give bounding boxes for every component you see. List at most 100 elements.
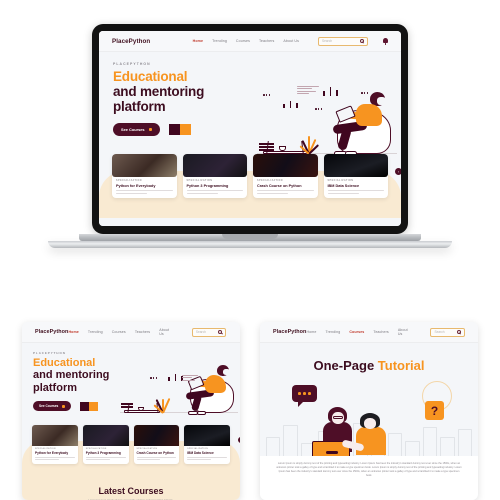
tutorial-title-dark: One-Page — [313, 358, 375, 373]
hero-heading-line1: Educational — [33, 357, 96, 369]
nav-item-about-us[interactable]: About Us — [398, 328, 412, 336]
course-text-placeholder — [327, 189, 384, 191]
nav-item-about-us[interactable]: About Us — [283, 39, 299, 43]
hero-eyebrow: PLACEPYTHON — [33, 351, 66, 355]
search-placeholder: Search — [322, 39, 333, 43]
bar-chart-icon — [323, 78, 339, 96]
course-thumbnail — [182, 154, 247, 177]
nav-item-about-us[interactable]: About Us — [159, 328, 173, 336]
nav-item-home[interactable]: Home — [306, 330, 316, 334]
search-input[interactable]: Search — [318, 36, 368, 46]
course-kicker: SPECIALIZATION — [35, 448, 56, 450]
dots-icon — [263, 94, 271, 96]
glasses-icon — [333, 416, 343, 419]
course-title: Python 3 Programming — [85, 451, 121, 455]
navbar-links: Home Trending Courses Teachers About Us … — [68, 327, 240, 337]
site-logo[interactable]: PlacePython — [35, 329, 68, 335]
course-card[interactable]: SPECIALIZATION Crash Course on Python — [133, 425, 180, 464]
hero-heading: Educational and mentoring platform — [113, 69, 253, 114]
nav-item-trending[interactable]: Trending — [325, 330, 340, 334]
chart-bar — [329, 87, 332, 96]
search-icon[interactable] — [360, 39, 364, 43]
nav-item-teachers[interactable]: Teachers — [135, 330, 150, 334]
laptop-screen: PlacePython Home Trending Courses Teache… — [99, 31, 401, 226]
chart-bar — [168, 377, 170, 381]
course-text-placeholder — [35, 456, 75, 458]
homepage-mockup-page: PlacePython Home Trending Courses Teache… — [22, 322, 240, 500]
course-thumbnail — [32, 425, 78, 446]
course-card[interactable]: SPECIALIZATION Python 3 Programming — [182, 154, 247, 198]
tutorial-page-mockup-thumbnail: PlacePython Home Trending Courses Teache… — [260, 322, 478, 500]
nav-item-home[interactable]: Home — [68, 330, 78, 334]
course-text-placeholder — [186, 189, 243, 191]
question-mark-badge: ? — [425, 401, 444, 420]
laptop-device-mockup: PlacePython Home Trending Courses Teache… — [48, 24, 452, 248]
nav-item-trending[interactable]: Trending — [212, 39, 227, 43]
course-kicker: SPECIALIZATION — [257, 180, 283, 182]
book-icon — [259, 145, 274, 149]
color-swatches — [80, 401, 99, 411]
course-title: Python for Everybody — [116, 183, 156, 188]
course-kicker: SPECIALIZATION — [136, 448, 158, 450]
course-card[interactable]: SPECIALIZATION Crash Course on Python — [253, 154, 318, 198]
coffee-cup-icon — [279, 146, 286, 151]
course-card[interactable]: SPECIALIZATION IBM Data Science — [323, 154, 388, 198]
site-logo[interactable]: PlacePython — [273, 329, 306, 335]
nav-item-teachers[interactable]: Teachers — [373, 330, 388, 334]
nav-item-courses[interactable]: Courses — [349, 330, 364, 334]
nav-item-home[interactable]: Home — [193, 39, 203, 43]
main-navbar: PlacePython Home Trending Courses Teache… — [99, 31, 401, 52]
course-text-placeholder — [257, 192, 289, 194]
course-card-list: SPECIALIZATION Python for Everybody SPEC… — [112, 154, 388, 198]
search-icon[interactable] — [456, 330, 461, 334]
search-icon[interactable] — [218, 330, 223, 334]
courses-carousel: SPECIALIZATION Python for Everybody SPEC… — [99, 154, 401, 218]
carousel-next-button[interactable]: › — [238, 437, 240, 443]
hero-heading-line1: Educational — [113, 69, 188, 84]
person-two-face — [364, 418, 376, 429]
book-icon — [259, 148, 274, 152]
course-card-body: SPECIALIZATION Python 3 Programming — [83, 446, 129, 464]
course-kicker: SPECIALIZATION — [186, 180, 213, 182]
course-card-body: SPECIALIZATION IBM Data Science — [184, 446, 230, 464]
see-courses-label: See Courses — [121, 127, 145, 133]
tutorial-paragraph: Lorem Ipsum is simply dummy text of the … — [276, 462, 462, 478]
hero-heading-line3: platform — [113, 99, 166, 115]
search-placeholder: Search — [434, 330, 445, 334]
nav-item-trending[interactable]: Trending — [88, 330, 103, 334]
mockup-navbar: PlacePython Home Trending Courses Teache… — [260, 322, 478, 343]
course-text-placeholder — [327, 192, 359, 194]
presentation-canvas: PlacePython Home Trending Courses Teache… — [0, 0, 500, 500]
hero-section: PLACEPYTHON Educational and mentoring pl… — [99, 52, 401, 156]
course-title: Python 3 Programming — [186, 183, 229, 188]
search-placeholder: Search — [195, 330, 206, 334]
course-card[interactable]: SPECIALIZATION Python 3 Programming — [82, 425, 129, 464]
hero-heading-line3: platform — [33, 381, 77, 394]
person-face — [377, 97, 386, 105]
bell-icon[interactable] — [383, 38, 388, 45]
site-logo[interactable]: PlacePython — [112, 38, 150, 45]
course-card-body: SPECIALIZATION Crash Course on Python — [253, 177, 318, 194]
dots-icon — [361, 92, 369, 94]
carousel-next-button[interactable]: › — [395, 168, 401, 175]
latest-courses-heading: Latest Courses — [98, 485, 164, 496]
nav-item-courses[interactable]: Courses — [236, 39, 250, 43]
nav-item-teachers[interactable]: Teachers — [259, 39, 274, 43]
course-text-placeholder — [35, 459, 59, 460]
book-icon — [121, 403, 133, 406]
search-input[interactable]: Search — [191, 327, 227, 337]
course-card[interactable]: SPECIALIZATION Python for Everybody — [112, 154, 177, 198]
search-input[interactable]: Search — [430, 327, 465, 337]
course-card[interactable]: SPECIALIZATION Python for Everybody — [32, 425, 78, 464]
swatch-maroon — [168, 124, 180, 136]
course-card[interactable]: SPECIALIZATION IBM Data Science — [184, 425, 230, 464]
nav-item-courses[interactable]: Courses — [112, 330, 126, 334]
course-text-placeholder — [85, 456, 126, 458]
arrow-icon — [62, 404, 66, 408]
see-courses-button[interactable]: See Courses — [33, 401, 72, 412]
see-courses-button[interactable]: See Courses — [113, 123, 160, 137]
mockup-courses-carousel: SPECIALIZATION Python for Everybody SPEC… — [22, 425, 240, 500]
laptop-lid: PlacePython Home Trending Courses Teache… — [92, 24, 408, 234]
see-courses-label: See Courses — [39, 404, 59, 409]
laptop-hinge — [79, 234, 421, 241]
